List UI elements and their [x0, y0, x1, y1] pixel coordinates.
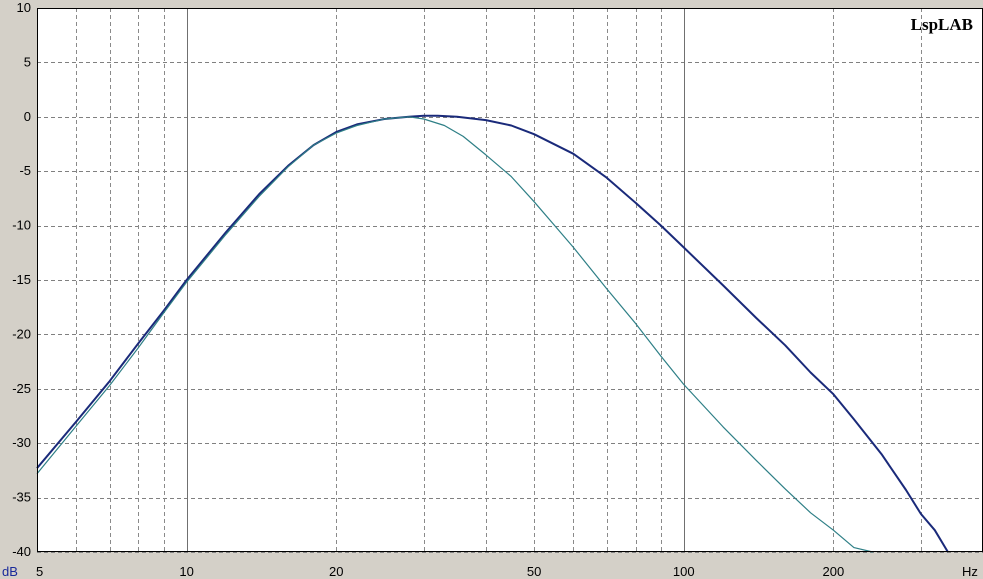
y-tick-label: -20	[12, 326, 31, 341]
x-tick-label: 5	[36, 564, 43, 579]
y-tick-label: 0	[24, 109, 31, 124]
x-tick-label: 200	[823, 564, 845, 579]
x-axis-tick-labels: 5 10 20 50 100 200	[36, 564, 844, 579]
y-tick-label: 5	[24, 54, 31, 69]
frequency-response-chart: 1050-5-10-15-20-25-30-35-40 5 10 20 50 100 20…	[2, 0, 983, 579]
x-tick-label: 10	[179, 564, 193, 579]
y-tick-label: -30	[12, 435, 31, 450]
y-tick-label: -10	[12, 218, 31, 233]
y-tick-label: -25	[12, 381, 31, 396]
x-tick-label: 100	[673, 564, 695, 579]
y-tick-label: 10	[17, 0, 31, 15]
y-tick-label: -15	[12, 272, 31, 287]
brand-logo-text: LspLAB	[911, 15, 973, 34]
y-tick-label: -35	[12, 490, 31, 505]
x-axis-unit-label: Hz	[962, 564, 978, 579]
y-axis-tick-labels: 10 5 0 -5 -10 -15 -20 -25 -30 -35 -40	[12, 0, 31, 559]
y-tick-label: -40	[12, 544, 31, 559]
y-tick-label: -5	[19, 163, 31, 178]
y-axis-unit-label: dB	[2, 564, 18, 579]
x-tick-label: 20	[329, 564, 343, 579]
x-tick-label: 50	[527, 564, 541, 579]
